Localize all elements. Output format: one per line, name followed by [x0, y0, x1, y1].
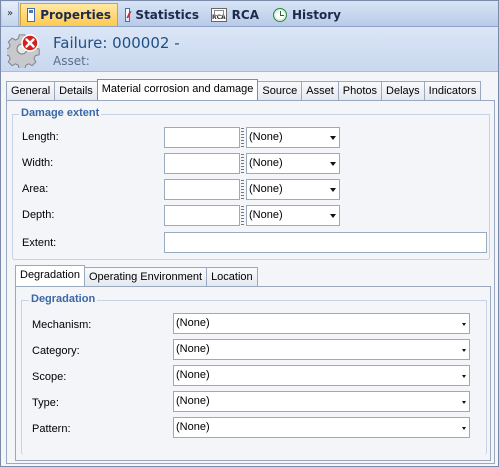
- chevron-down-icon[interactable]: [462, 323, 466, 326]
- width-unit-value: (None): [249, 157, 283, 169]
- length-label: Length:: [22, 131, 59, 143]
- chevron-down-icon[interactable]: [330, 188, 336, 192]
- depth-unit-select[interactable]: (None): [246, 205, 340, 226]
- extent-input[interactable]: [164, 232, 487, 253]
- chevron-down-icon[interactable]: [462, 427, 466, 430]
- tab-operating-environment[interactable]: Operating Environment: [83, 267, 208, 286]
- tab-properties-label: Properties: [40, 8, 111, 22]
- depth-unit-value: (None): [249, 209, 283, 221]
- area-input[interactable]: [164, 179, 240, 200]
- tab-photos[interactable]: Photos: [337, 81, 383, 100]
- tab-general[interactable]: General: [6, 81, 56, 100]
- tab-location[interactable]: Location: [206, 267, 258, 286]
- length-input[interactable]: [164, 127, 240, 148]
- depth-label: Depth:: [22, 209, 55, 221]
- statistics-icon: [125, 7, 131, 22]
- collapse-chevrons-icon[interactable]: »: [2, 2, 19, 26]
- damage-extent-title: Damage extent: [19, 107, 102, 119]
- tab-statistics-label: Statistics: [135, 7, 199, 22]
- tab-properties[interactable]: Properties: [20, 3, 118, 26]
- extent-label: Extent:: [22, 237, 57, 249]
- mechanism-value: (None): [176, 317, 210, 329]
- properties-window: » Properties Statistics RCA RCA History …: [0, 0, 499, 467]
- tab-degradation[interactable]: Degradation: [15, 265, 85, 286]
- area-unit-value: (None): [249, 183, 283, 195]
- chevron-down-icon[interactable]: [330, 136, 336, 140]
- mechanism-label: Mechanism:: [32, 319, 92, 331]
- failure-gear-icon: [7, 34, 40, 68]
- tab-delays[interactable]: Delays: [381, 81, 425, 100]
- tab-rca[interactable]: RCA RCA: [205, 3, 265, 26]
- length-unit-select[interactable]: (None): [246, 127, 340, 148]
- tab-asset[interactable]: Asset: [301, 81, 339, 100]
- properties-icon: [27, 8, 36, 22]
- length-unit-value: (None): [249, 131, 283, 143]
- mechanism-select[interactable]: (None): [173, 313, 470, 334]
- area-label: Area:: [22, 183, 49, 195]
- sub-tabs: Degradation Operating Environment Locati…: [15, 265, 258, 286]
- scope-label: Scope:: [32, 371, 67, 383]
- width-label: Width:: [22, 157, 54, 169]
- category-select[interactable]: (None): [173, 339, 470, 360]
- tab-details[interactable]: Details: [54, 81, 98, 100]
- tab-history[interactable]: History: [267, 3, 347, 26]
- depth-input[interactable]: [164, 205, 240, 226]
- tab-history-label: History: [291, 7, 341, 22]
- width-input[interactable]: [164, 153, 240, 174]
- width-unit-select[interactable]: (None): [246, 153, 340, 174]
- degradation-title: Degradation: [29, 293, 98, 305]
- length-splitter[interactable]: [241, 128, 244, 147]
- area-unit-select[interactable]: (None): [246, 179, 340, 200]
- pattern-select[interactable]: (None): [173, 417, 470, 438]
- history-icon: [273, 7, 287, 22]
- record-header: Failure: 000002 - Asset:: [1, 27, 498, 72]
- area-splitter[interactable]: [241, 180, 244, 199]
- chevron-down-icon[interactable]: [330, 214, 336, 218]
- type-select[interactable]: (None): [173, 391, 470, 412]
- chevron-down-icon[interactable]: [462, 349, 466, 352]
- asset-label: Asset:: [53, 54, 90, 68]
- type-label: Type:: [32, 397, 59, 409]
- tab-rca-label: RCA: [231, 7, 260, 22]
- tab-statistics[interactable]: Statistics: [119, 3, 205, 26]
- tab-indicators[interactable]: Indicators: [423, 81, 482, 100]
- type-value: (None): [176, 395, 210, 407]
- scope-select[interactable]: (None): [173, 365, 470, 386]
- main-tabs: General Details Material corrosion and d…: [6, 79, 482, 100]
- depth-splitter[interactable]: [241, 206, 244, 225]
- pattern-value: (None): [176, 421, 210, 433]
- category-value: (None): [176, 343, 210, 355]
- scope-value: (None): [176, 369, 210, 381]
- top-tab-strip: » Properties Statistics RCA RCA History: [1, 1, 498, 27]
- pattern-label: Pattern:: [32, 423, 71, 435]
- chevron-down-icon[interactable]: [462, 401, 466, 404]
- category-label: Category:: [32, 345, 80, 357]
- tab-material-corrosion-and-damage[interactable]: Material corrosion and damage: [96, 79, 259, 100]
- tab-source[interactable]: Source: [257, 81, 303, 100]
- chevron-down-icon[interactable]: [330, 162, 336, 166]
- chevron-down-icon[interactable]: [462, 375, 466, 378]
- rca-icon: RCA: [211, 7, 227, 22]
- width-splitter[interactable]: [241, 154, 244, 173]
- failure-title: Failure: 000002 -: [53, 34, 180, 52]
